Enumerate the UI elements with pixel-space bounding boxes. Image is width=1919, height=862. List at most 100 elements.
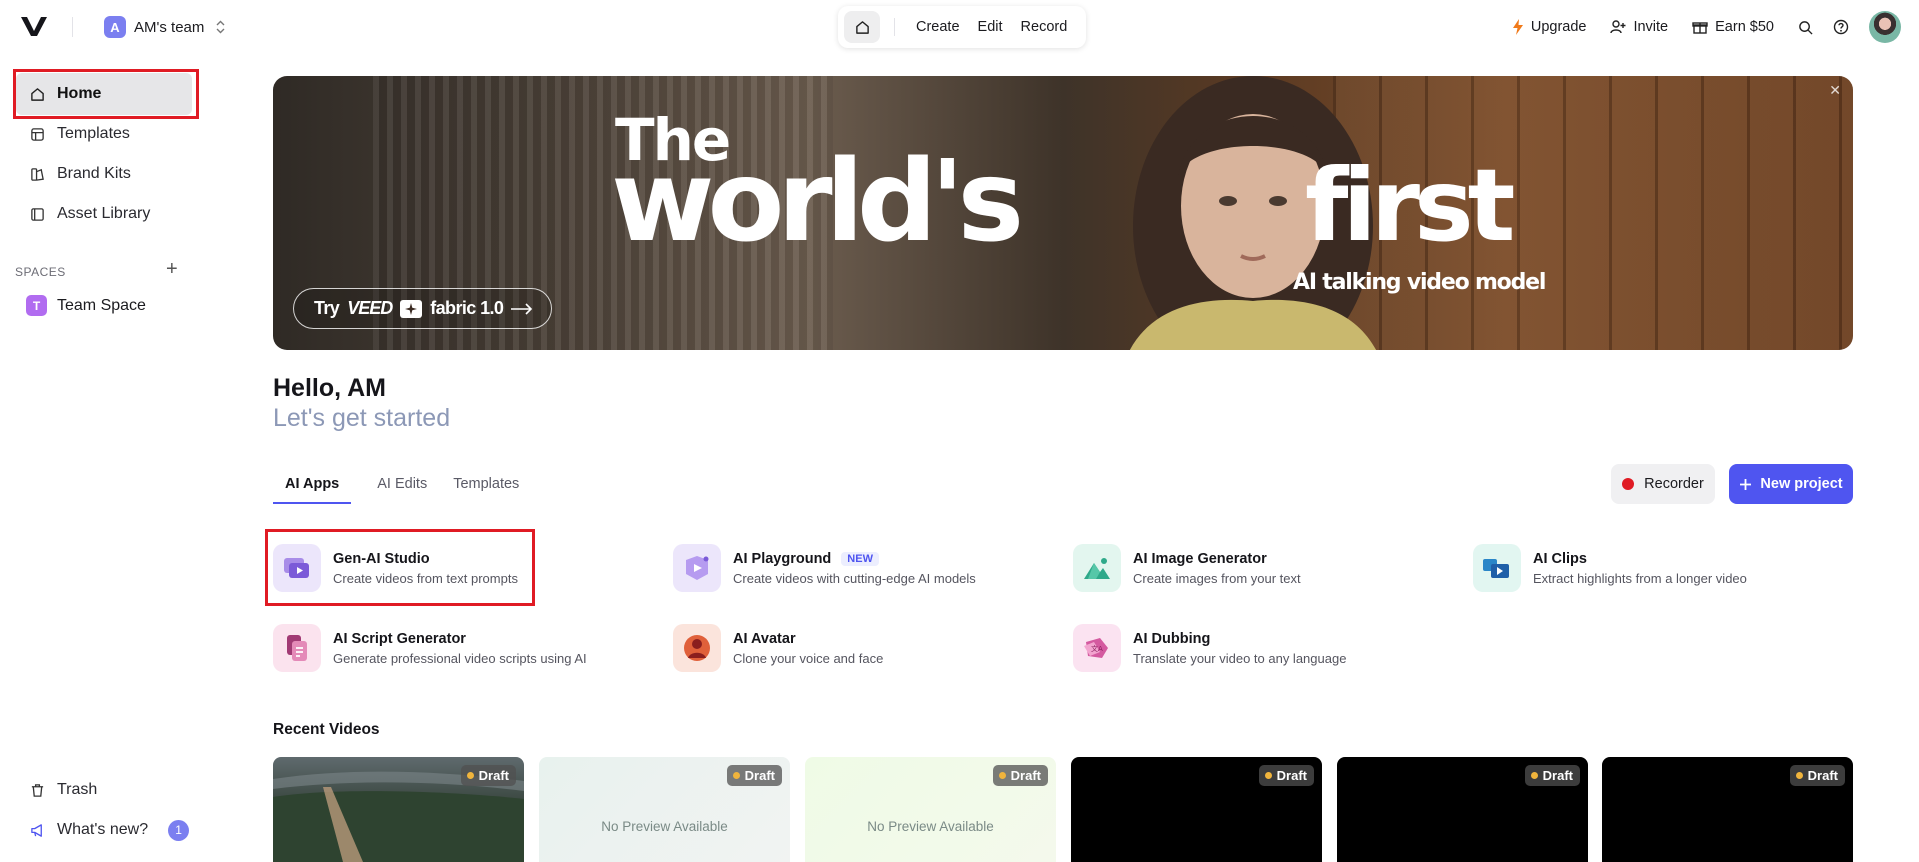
asset-library-icon <box>31 207 44 221</box>
app-description: Clone your voice and face <box>733 650 884 666</box>
draft-status-dot <box>466 772 474 779</box>
tab-templates[interactable]: Templates <box>453 474 519 504</box>
upgrade-button[interactable]: Upgrade <box>1512 19 1586 35</box>
recorder-label: Recorder <box>1644 476 1704 492</box>
app-ai-image-generator[interactable]: AI Image Generator Create images from yo… <box>1073 544 1453 592</box>
video-thumbnail[interactable]: Draft <box>1602 757 1853 862</box>
hero-banner[interactable]: The world's first AI talking video model… <box>273 76 1853 350</box>
video-thumbnail[interactable]: Draft <box>1337 757 1588 862</box>
recorder-button[interactable]: Recorder <box>1611 464 1715 504</box>
draft-label: Draft <box>1542 768 1573 783</box>
tab-ai-edits[interactable]: AI Edits <box>377 474 427 504</box>
app-ai-avatar[interactable]: AI Avatar Clone your voice and face <box>673 624 1053 672</box>
draft-status-dot <box>1530 772 1538 779</box>
sidebar-item-label: What's new? <box>57 821 149 838</box>
draft-badge: Draft <box>726 765 782 786</box>
templates-icon <box>31 127 44 141</box>
sidebar-item-team-space[interactable]: T Team Space <box>26 295 146 316</box>
sidebar-item-trash[interactable]: Trash <box>16 769 192 811</box>
right-nav: Upgrade Invite Earn $50 <box>1512 11 1919 43</box>
sidebar-item-brand-kits[interactable]: Brand Kits <box>16 153 192 195</box>
nav-create[interactable]: Create <box>907 19 969 35</box>
ai-dubbing-icon: 文A <box>1073 624 1121 672</box>
sidebar-item-templates[interactable]: Templates <box>16 113 192 155</box>
app-title: AI Image Generator <box>1133 550 1267 567</box>
app-ai-playground[interactable]: AI Playground NEW Create videos with cut… <box>673 544 1053 592</box>
draft-status-dot <box>1264 772 1272 779</box>
cta-brand: VEED <box>347 298 393 318</box>
help-icon[interactable] <box>1833 19 1849 35</box>
sidebar-item-asset-library[interactable]: Asset Library <box>16 193 192 235</box>
hero-headline-world: world's <box>611 137 1024 267</box>
draft-status-dot <box>998 772 1006 779</box>
add-user-icon <box>1610 20 1626 34</box>
gen-ai-studio-icon <box>273 544 321 592</box>
gift-icon <box>1692 22 1708 34</box>
no-preview-label: No Preview Available <box>601 819 728 834</box>
app-gen-ai-studio[interactable]: Gen-AI Studio Create videos from text pr… <box>273 544 653 592</box>
nav-record[interactable]: Record <box>1012 19 1077 35</box>
sidebar-item-label: Brand Kits <box>57 165 131 182</box>
new-project-label: New project <box>1760 476 1843 492</box>
ai-avatar-icon <box>673 624 721 672</box>
top-bar: A AM's team Create Edit Record Upgrade I… <box>0 0 1919 54</box>
sidebar-item-label: Asset Library <box>57 205 151 222</box>
search-icon[interactable] <box>1798 20 1813 35</box>
draft-label: Draft <box>1807 768 1838 783</box>
earn-button[interactable]: Earn $50 <box>1692 19 1774 35</box>
draft-label: Draft <box>478 768 509 783</box>
spaces-heading: SPACES <box>15 265 66 279</box>
user-avatar[interactable] <box>1869 11 1901 43</box>
invite-button[interactable]: Invite <box>1610 19 1668 35</box>
app-title: AI Dubbing <box>1133 630 1211 647</box>
record-dot-icon <box>1622 478 1635 490</box>
arrow-right-icon <box>511 302 533 315</box>
add-space-icon[interactable]: + <box>166 258 178 281</box>
team-switcher[interactable]: A AM's team <box>104 15 225 39</box>
ai-image-generator-icon <box>1073 544 1121 592</box>
draft-label: Draft <box>744 768 775 783</box>
try-fabric-button[interactable]: Try VEED fabric 1.0 <box>293 288 553 329</box>
invite-label: Invite <box>1633 19 1669 35</box>
trash-icon <box>31 783 44 797</box>
app-ai-script-generator[interactable]: AI Script Generator Generate professiona… <box>273 624 653 672</box>
tab-ai-apps[interactable]: AI Apps <box>273 474 352 504</box>
lightning-icon <box>1512 19 1523 35</box>
header-divider <box>72 17 73 37</box>
hero-headline-first: first <box>1305 147 1515 264</box>
app-title: AI Playground <box>733 550 832 567</box>
home-icon <box>31 87 44 101</box>
draft-status-dot <box>732 772 740 779</box>
draft-badge: Draft <box>1258 765 1314 786</box>
app-description: Extract highlights from a longer video <box>1533 570 1747 586</box>
team-name: AM's team <box>134 18 205 36</box>
center-nav: Create Edit Record <box>838 6 1086 48</box>
app-ai-dubbing[interactable]: 文A AI Dubbing Translate your video to an… <box>1073 624 1453 672</box>
no-preview-label: No Preview Available <box>867 819 994 834</box>
video-thumbnail[interactable]: No Preview Available Draft <box>805 757 1056 862</box>
video-thumbnail[interactable]: No Preview Available Draft <box>539 757 790 862</box>
chevron-up-down-icon <box>216 20 225 34</box>
veed-logo-icon[interactable] <box>20 14 48 38</box>
greeting-subtitle: Let's get started <box>273 404 451 432</box>
video-thumbnail[interactable]: Draft <box>1071 757 1322 862</box>
cta-product: fabric 1.0 <box>430 298 504 318</box>
draft-badge: Draft <box>992 765 1048 786</box>
nav-edit[interactable]: Edit <box>969 19 1012 35</box>
svg-text:文A: 文A <box>1091 644 1103 653</box>
hero-subtitle: AI talking video model <box>1293 270 1546 295</box>
video-thumbnail[interactable]: Draft <box>273 757 524 862</box>
app-description: Create videos with cutting-edge AI model… <box>733 570 976 586</box>
draft-badge: Draft <box>1524 765 1580 786</box>
team-space-label: Team Space <box>57 296 146 314</box>
sidebar-item-label: Trash <box>57 781 98 798</box>
close-icon[interactable]: ✕ <box>1829 82 1841 99</box>
sidebar-item-home[interactable]: Home <box>16 73 192 115</box>
sidebar-item-whats-new[interactable]: What's new? 1 <box>16 809 192 851</box>
ai-clips-icon <box>1473 544 1521 592</box>
new-project-button[interactable]: New project <box>1729 464 1853 504</box>
app-ai-clips[interactable]: AI Clips Extract highlights from a longe… <box>1473 544 1853 592</box>
app-title: AI Clips <box>1533 550 1587 567</box>
home-nav-button[interactable] <box>844 11 880 43</box>
sidebar-item-label: Home <box>57 85 102 102</box>
